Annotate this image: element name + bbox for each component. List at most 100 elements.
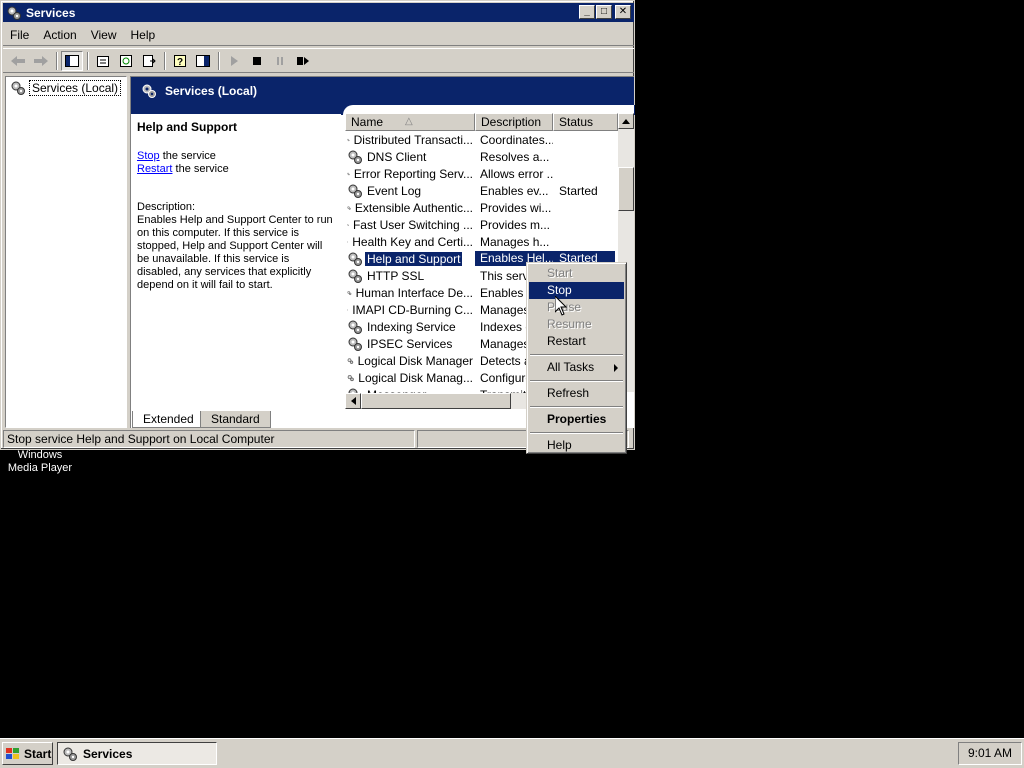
forward-arrow-icon <box>34 55 48 66</box>
context-pause[interactable]: Pause <box>529 299 624 316</box>
service-name-cell: Human Interface De... <box>345 285 475 301</box>
desktop-icon-label-media-player[interactable]: Windows Media Player <box>4 449 76 475</box>
stop-service-link[interactable]: Stop <box>137 150 160 162</box>
service-name: Fast User Switching ... <box>352 217 473 232</box>
minimize-icon: _ <box>584 6 590 17</box>
maximize-button[interactable]: □ <box>596 5 612 19</box>
windows-flag-icon <box>6 747 19 759</box>
service-name: IMAPI CD-Burning C... <box>352 302 473 317</box>
context-properties[interactable]: Properties <box>529 411 624 428</box>
services-gear-icon <box>63 747 77 761</box>
start-service-button[interactable] <box>223 51 245 71</box>
restart-service-link[interactable]: Restart <box>137 163 172 175</box>
help-toolbar-button[interactable]: ? <box>169 51 191 71</box>
toolbar-separator <box>87 51 89 70</box>
column-header-description[interactable]: Description <box>475 113 553 131</box>
help-icon: ? <box>174 54 186 68</box>
horizontal-scroll-thumb[interactable] <box>361 393 511 409</box>
taskbar-button-services[interactable]: Services <box>57 742 217 765</box>
context-stop[interactable]: Stop <box>529 282 624 299</box>
stop-link-line: Stop the service <box>137 150 335 163</box>
services-gear-icon <box>142 84 156 98</box>
close-button[interactable]: ✕ <box>615 5 631 19</box>
menu-separator <box>529 350 624 359</box>
context-all-tasks[interactable]: All Tasks <box>529 359 624 376</box>
tab-standard[interactable]: Standard <box>200 411 271 428</box>
selected-service-name: Help and Support <box>137 120 237 134</box>
arrow-left-icon <box>350 397 356 405</box>
service-name-cell: Indexing Service <box>345 319 475 335</box>
column-header-status[interactable]: Status <box>553 113 618 131</box>
service-name: Logical Disk Manag... <box>358 370 473 385</box>
console-tree-icon <box>65 54 79 67</box>
menu-file[interactable]: File <box>3 26 36 45</box>
service-gear-icon <box>347 374 354 381</box>
show-hide-action-pane-button[interactable] <box>192 51 214 71</box>
export-list-icon <box>143 54 156 67</box>
service-name-cell: Logical Disk Manag... <box>345 370 475 386</box>
close-icon: ✕ <box>618 6 628 17</box>
title-bar[interactable]: Services _ □ ✕ <box>3 3 634 22</box>
service-status-cell: Started <box>559 183 598 198</box>
context-resume[interactable]: Resume <box>529 316 624 333</box>
service-gear-icon <box>347 223 349 226</box>
tree-item-services-local[interactable]: Services (Local) <box>10 80 122 96</box>
description-label: Description: <box>137 201 196 213</box>
action-pane-icon <box>196 54 210 67</box>
services-gear-icon <box>7 6 21 20</box>
service-name-cell: Error Reporting Serv... <box>345 166 475 182</box>
menu-separator <box>529 428 624 437</box>
table-row[interactable]: DNS Client Resolves a... <box>345 148 618 165</box>
table-row[interactable]: Health Key and Certi... Manages h... <box>345 233 618 250</box>
system-tray-clock[interactable]: 9:01 AM <box>958 742 1022 765</box>
service-gear-icon <box>347 308 349 311</box>
table-row[interactable]: Event Log Enables ev... Started <box>345 182 618 199</box>
scroll-left-button[interactable] <box>345 393 361 409</box>
refresh-toolbar-button[interactable] <box>115 51 137 71</box>
extended-description-pane: Help and Support Stop the service Restar… <box>131 114 341 410</box>
menu-help[interactable]: Help <box>124 26 163 45</box>
restart-icon <box>297 56 309 65</box>
service-name-cell: Health Key and Certi... <box>345 234 475 250</box>
context-start[interactable]: Start <box>529 265 624 282</box>
service-description-cell: Provides wi... <box>480 200 552 215</box>
mouse-pointer-icon <box>555 296 567 316</box>
table-row[interactable]: Distributed Transacti... Coordinates... <box>345 131 618 148</box>
context-help[interactable]: Help <box>529 437 624 454</box>
description-text: Enables Help and Support Center to run o… <box>137 214 333 291</box>
stop-service-button[interactable] <box>246 51 268 71</box>
properties-toolbar-button[interactable] <box>92 51 114 71</box>
start-button[interactable]: Start <box>2 742 53 765</box>
service-name-cell: DNS Client <box>345 149 475 165</box>
show-hide-console-tree-button[interactable] <box>61 50 83 71</box>
back-button[interactable] <box>7 51 29 71</box>
service-name: IPSEC Services <box>367 336 453 351</box>
service-name: Human Interface De... <box>355 285 473 300</box>
restart-link-line: Restart the service <box>137 163 335 176</box>
stop-link-suffix: the service <box>159 150 216 162</box>
table-row[interactable]: Error Reporting Serv... Allows error ... <box>345 165 618 182</box>
menu-view[interactable]: View <box>84 26 124 45</box>
service-name: Help and Support <box>365 251 463 266</box>
tab-extended[interactable]: Extended <box>132 411 205 428</box>
console-tree: Services (Local) <box>5 76 127 428</box>
service-gear-icon <box>348 252 362 266</box>
context-refresh[interactable]: Refresh <box>529 385 624 402</box>
column-header-name[interactable]: Name △ <box>345 113 475 131</box>
restart-service-button[interactable] <box>292 51 314 71</box>
vertical-scroll-thumb[interactable] <box>618 167 634 211</box>
context-restart[interactable]: Restart <box>529 333 624 350</box>
forward-button[interactable] <box>30 51 52 71</box>
status-text: Stop service Help and Support on Local C… <box>3 430 415 448</box>
table-row[interactable]: Extensible Authentic... Provides wi... <box>345 199 618 216</box>
pause-service-button[interactable] <box>269 51 291 71</box>
menu-action[interactable]: Action <box>36 26 83 45</box>
export-list-button[interactable] <box>138 51 160 71</box>
service-gear-icon <box>347 172 350 175</box>
table-row[interactable]: Fast User Switching ... Provides m... <box>345 216 618 233</box>
scroll-up-button[interactable] <box>618 113 634 129</box>
minimize-button[interactable]: _ <box>579 5 595 19</box>
sort-ascending-icon: △ <box>405 116 413 127</box>
service-gear-icon <box>347 138 350 141</box>
pane-header: Services (Local) <box>131 77 634 105</box>
